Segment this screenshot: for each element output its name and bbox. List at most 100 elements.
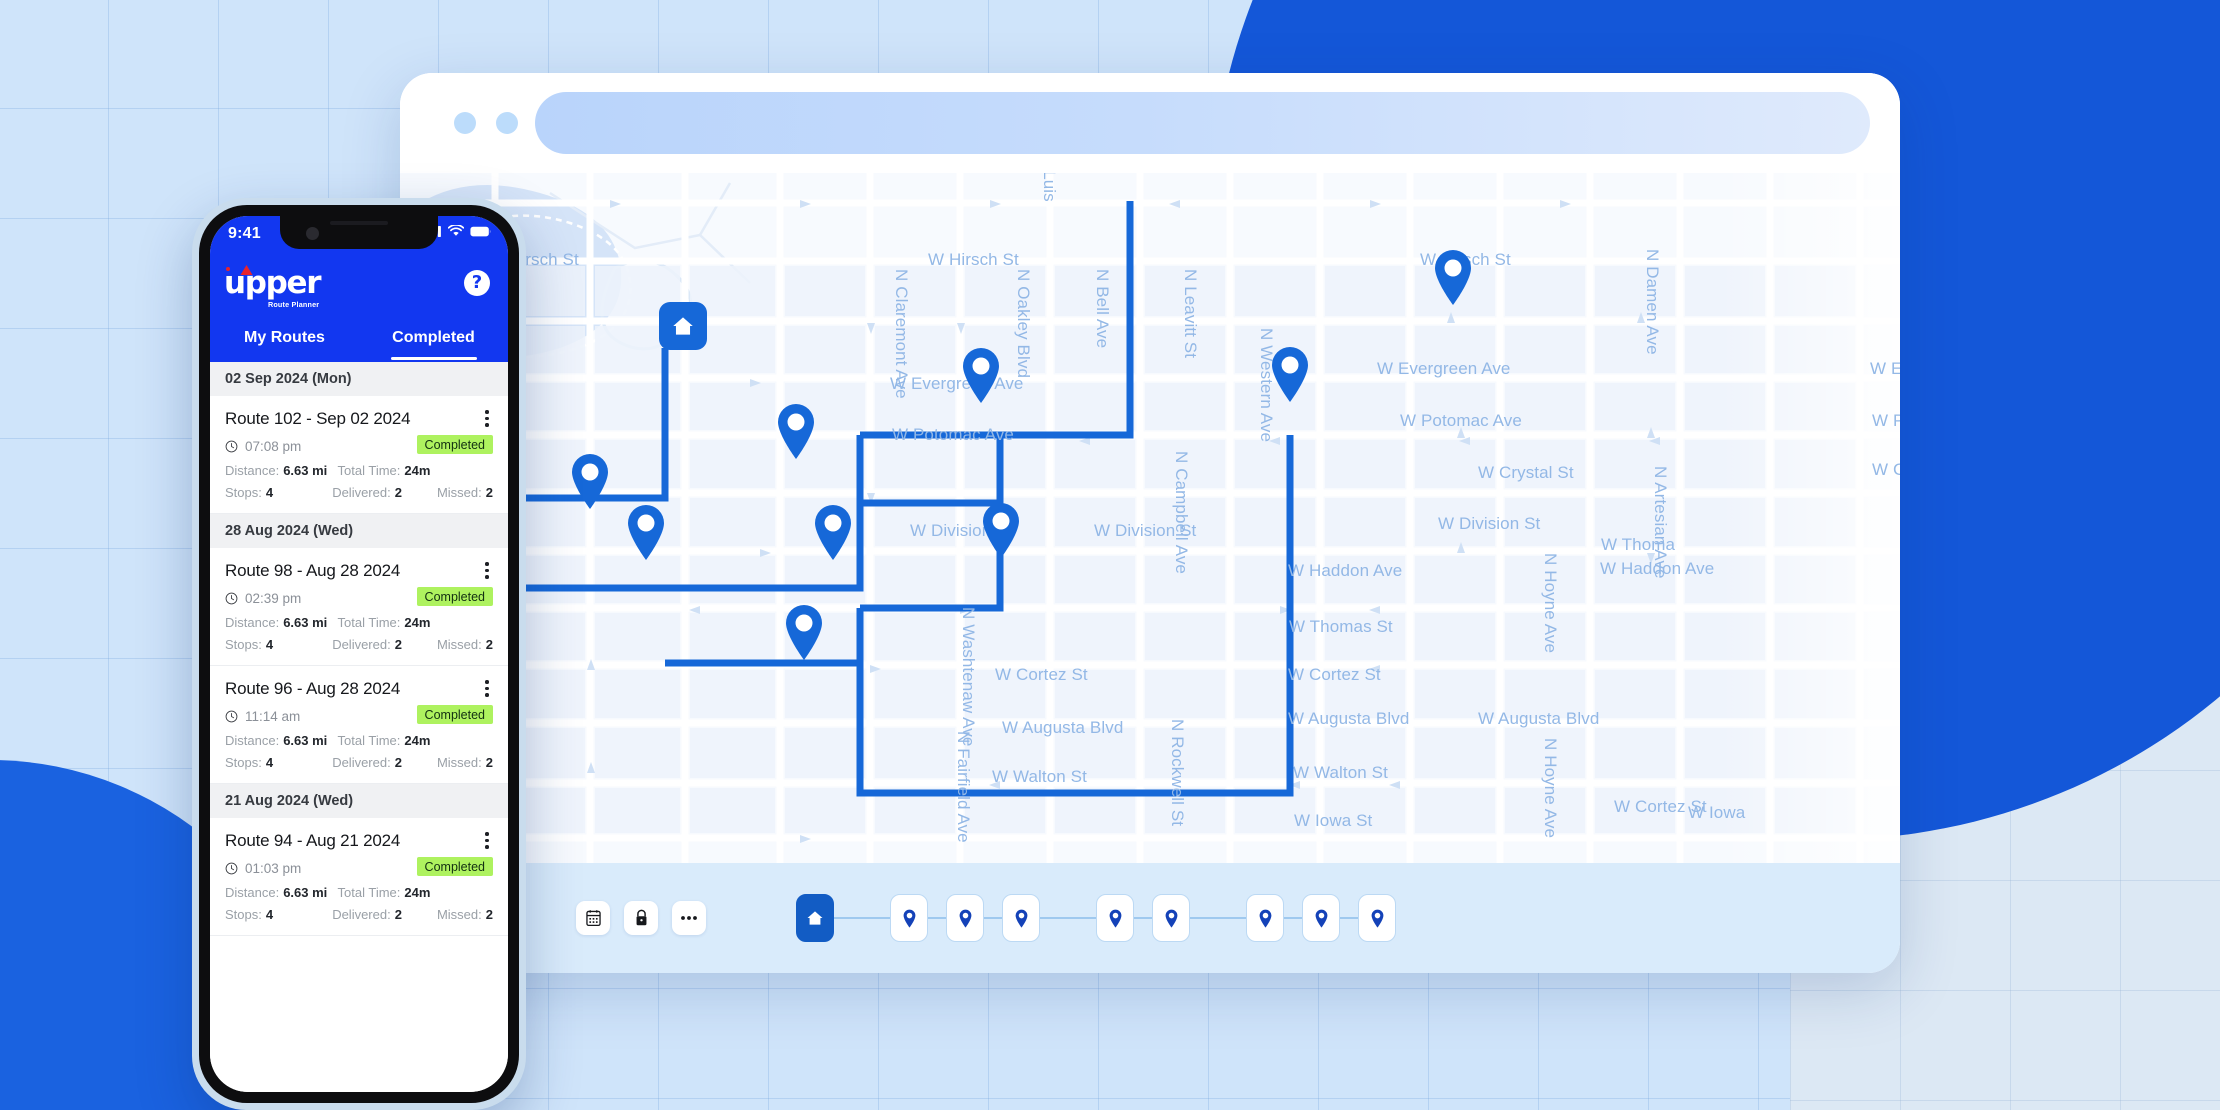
route-missed: Missed: 2 [436,907,493,922]
clock-icon [225,440,238,453]
route-menu-button[interactable] [478,562,496,579]
location-pin-icon [1315,909,1327,928]
map-pin[interactable] [624,503,668,561]
stop-chip-home[interactable] [796,894,834,942]
browser-chrome [400,73,1900,173]
help-button[interactable]: ? [464,270,490,296]
route-delivered: Delivered: 2 [332,755,402,770]
stop-chip[interactable] [1302,894,1340,942]
clock-icon [225,710,238,723]
route-menu-button[interactable] [478,680,496,697]
notch-speaker [330,221,388,225]
map-pin[interactable] [774,402,818,460]
route-menu-button[interactable] [478,832,496,849]
map-canvas[interactable]: W Hirsch St W Hirsch St W Hirsch St N Ca… [400,173,1900,863]
status-badge: Completed [416,587,493,606]
route-card[interactable]: Route 98 - Aug 28 2024 02:39 pm Complete… [210,548,508,666]
status-time: 9:41 [228,225,261,242]
location-pin-icon [1259,909,1271,928]
route-delivered: Delivered: 2 [332,485,402,500]
stop-chip[interactable] [1152,894,1190,942]
map-pin[interactable] [1268,345,1312,403]
route-time: 07:08 pm [245,438,302,454]
route-stops: Stops: 4 [225,637,274,652]
more-options-button[interactable] [672,901,706,935]
route-time: 02:39 pm [245,590,302,606]
tab-my-routes[interactable]: My Routes [210,314,359,362]
location-pin-icon [959,909,971,928]
route-list[interactable]: 02 Sep 2024 (Mon) Route 102 - Sep 02 202… [210,362,508,1092]
route-title: Route 98 - Aug 28 2024 [225,561,401,580]
window-close-dot[interactable] [454,112,476,134]
route-card[interactable]: Route 102 - Sep 02 2024 07:08 pm Complet… [210,396,508,514]
location-pin-icon [1015,909,1027,928]
location-pin-icon [983,503,1019,558]
tab-bar: My Routes Completed [210,314,508,362]
front-camera-icon [306,227,319,240]
date-group-header: 28 Aug 2024 (Wed) [210,514,508,548]
route-time: 11:14 am [245,708,301,724]
app-logo-tagline: Route Planner [267,299,320,309]
route-delivered: Delivered: 2 [332,637,402,652]
location-pin-icon [778,404,814,459]
route-menu-button[interactable] [478,410,496,427]
route-distance: Distance: 6.63 mi [225,615,328,630]
phone-screen: 9:41 upper Route Planner ? My Routes Com… [210,216,508,1092]
map-pin[interactable] [811,503,855,561]
route-missed: Missed: 2 [436,485,493,500]
location-pin-icon [628,505,664,560]
strip-tool-buttons [576,901,706,935]
stop-sequence-list [796,894,1396,942]
route-stops: Stops: 4 [225,485,274,500]
status-badge: Completed [416,435,493,454]
lock-button[interactable] [624,901,658,935]
map-pin[interactable] [979,501,1023,559]
map-pin[interactable] [782,603,826,661]
date-group-header: 02 Sep 2024 (Mon) [210,362,508,396]
home-icon [807,911,823,925]
stop-connector [984,917,1002,919]
stop-connector [928,917,946,919]
stop-chip[interactable] [1096,894,1134,942]
map-home-marker[interactable] [659,302,707,350]
route-card[interactable]: Route 96 - Aug 28 2024 11:14 am Complete… [210,666,508,784]
stop-chip[interactable] [1002,894,1040,942]
calendar-icon [585,910,601,927]
clock-icon [225,592,238,605]
stop-chip[interactable] [946,894,984,942]
stop-connector [1134,917,1152,919]
map-pin[interactable] [959,346,1003,404]
route-distance: Distance: 6.63 mi [225,463,328,478]
lock-icon [636,909,646,926]
clock-icon [225,862,238,875]
route-delivered: Delivered: 2 [332,907,402,922]
location-pin-icon [963,348,999,403]
tab-completed[interactable]: Completed [359,314,508,362]
route-distance: Distance: 6.63 mi [225,733,328,748]
stop-chip[interactable] [1358,894,1396,942]
route-distance: Distance: 6.63 mi [225,885,328,900]
calendar-button[interactable] [576,901,610,935]
route-stops: Stops: 4 [225,755,274,770]
location-pin-icon [1165,909,1177,928]
stop-chip[interactable] [890,894,928,942]
logo-dot-icon [226,266,230,271]
app-logo-text: upper [224,264,322,301]
app-logo: upper Route Planner [224,264,322,309]
status-badge: Completed [416,705,493,724]
stop-connector [834,917,890,919]
route-total-time: Total Time: 24m [337,885,431,900]
map-pin[interactable] [1431,248,1475,306]
phone-mockup: 9:41 upper Route Planner ? My Routes Com… [192,198,526,1110]
wifi-icon [448,225,464,236]
stop-connector [1040,917,1096,919]
location-pin-icon [1272,347,1308,402]
route-total-time: Total Time: 24m [337,463,431,478]
map-pin[interactable] [568,452,612,510]
route-card[interactable]: Route 94 - Aug 21 2024 01:03 pm Complete… [210,818,508,936]
route-title: Route 94 - Aug 21 2024 [225,831,401,850]
stop-chip[interactable] [1246,894,1284,942]
address-bar[interactable] [535,92,1870,154]
location-pin-icon [903,909,915,928]
window-minimize-dot[interactable] [496,112,518,134]
